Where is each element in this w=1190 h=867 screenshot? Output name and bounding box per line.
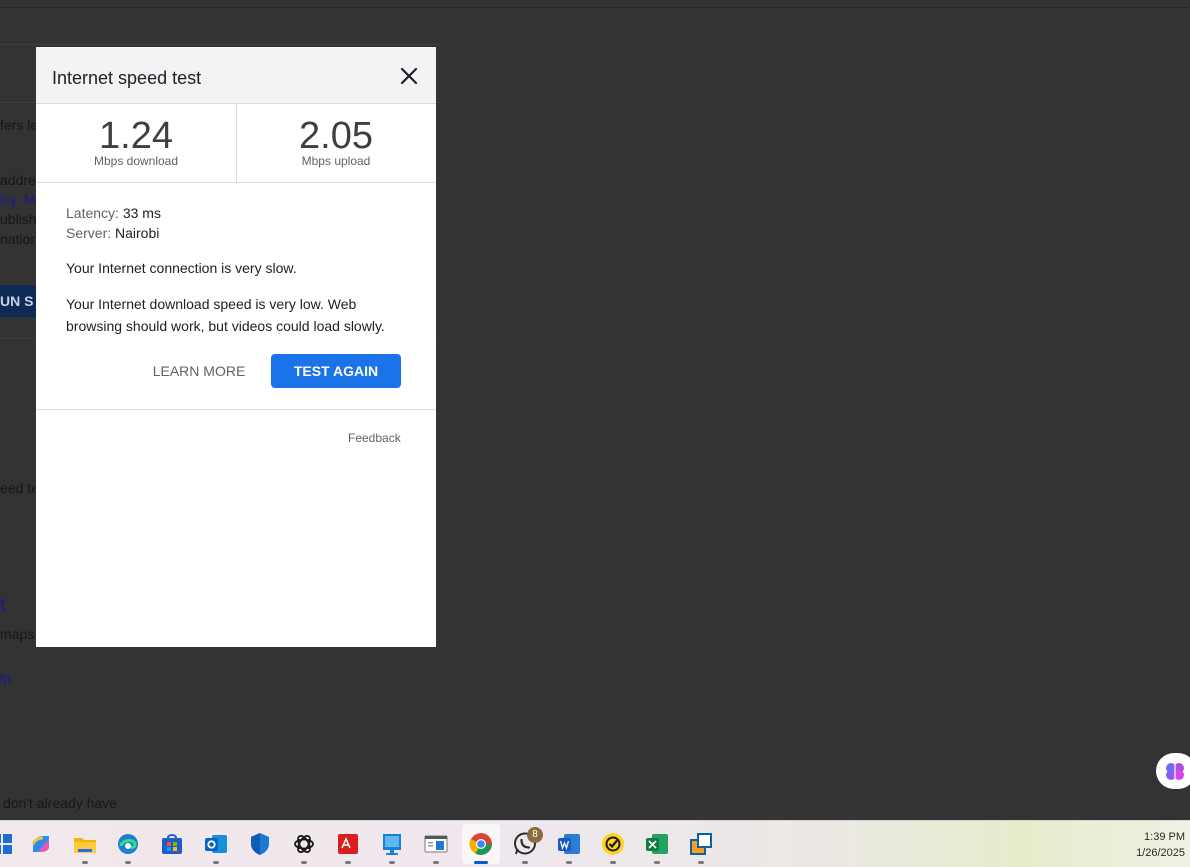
word-icon[interactable] bbox=[557, 832, 581, 856]
browser-top-border bbox=[0, 7, 1190, 8]
upload-value: 2.05 bbox=[299, 115, 373, 157]
learn-more-button[interactable]: LEARN MORE bbox=[149, 354, 249, 388]
brain-icon bbox=[1166, 763, 1184, 780]
server-label: Server: bbox=[66, 225, 112, 241]
download-value: 1.24 bbox=[99, 115, 173, 157]
server-value: Nairobi bbox=[115, 225, 160, 241]
latency-row: Latency: 33 ms bbox=[66, 203, 161, 223]
speed-metrics: 1.24 Mbps download 2.05 Mbps upload bbox=[36, 104, 436, 183]
window-icon[interactable] bbox=[424, 832, 448, 856]
connection-detail: Your Internet download speed is very low… bbox=[66, 296, 385, 334]
speed-test-dialog: Internet speed test 1.24 Mbps download 2… bbox=[36, 47, 436, 647]
running-indicator bbox=[389, 861, 395, 864]
bg-text: nation bbox=[0, 231, 39, 247]
bg-link[interactable]: icy. M bbox=[0, 191, 36, 207]
server-row: Server: Nairobi bbox=[66, 223, 161, 243]
edge-icon[interactable] bbox=[116, 832, 140, 856]
feedback-link[interactable]: Feedback bbox=[348, 431, 401, 445]
latency-label: Latency: bbox=[66, 205, 119, 221]
test-again-button[interactable]: TEST AGAIN bbox=[271, 354, 401, 388]
bg-link[interactable]: lp bbox=[0, 670, 11, 686]
bg-run-speed-test-button[interactable]: UN S bbox=[0, 285, 40, 317]
running-indicator bbox=[522, 861, 528, 864]
download-metric: 1.24 Mbps download bbox=[36, 104, 237, 182]
taskbar: 8 1:39 PM 1/26/2025 bbox=[0, 820, 1190, 867]
running-indicator bbox=[566, 861, 572, 864]
running-indicator bbox=[213, 861, 219, 864]
bg-text: addre bbox=[0, 172, 36, 188]
close-icon bbox=[400, 67, 418, 85]
running-indicator bbox=[654, 861, 660, 864]
store-icon[interactable] bbox=[160, 832, 184, 856]
norton-icon[interactable] bbox=[601, 832, 625, 856]
excel-icon[interactable] bbox=[645, 832, 669, 856]
bg-text: eed te bbox=[0, 480, 39, 496]
file-explorer-icon[interactable] bbox=[73, 832, 97, 856]
bg-divider bbox=[0, 44, 440, 45]
running-indicator bbox=[82, 861, 88, 864]
system-clock[interactable]: 1:39 PM 1/26/2025 bbox=[1105, 829, 1185, 861]
assistant-floating-button[interactable] bbox=[1156, 753, 1190, 789]
chatgpt-icon[interactable] bbox=[292, 832, 316, 856]
test-details: Latency: 33 ms Server: Nairobi bbox=[66, 203, 161, 243]
close-button[interactable] bbox=[396, 63, 422, 89]
upload-unit: Mbps upload bbox=[301, 154, 371, 168]
running-indicator bbox=[433, 861, 439, 864]
chrome-icon[interactable] bbox=[469, 832, 493, 856]
start-icon[interactable] bbox=[0, 832, 14, 856]
copilot-icon[interactable] bbox=[29, 832, 53, 856]
latency-value: 33 ms bbox=[122, 205, 161, 221]
dialog-title: Internet speed test bbox=[52, 68, 202, 88]
running-indicator bbox=[301, 861, 307, 864]
dialog-header: Internet speed test bbox=[36, 47, 436, 104]
whatsapp-badge: 8 bbox=[527, 827, 543, 843]
bg-link[interactable]: t bbox=[0, 594, 6, 617]
dialog-divider bbox=[36, 409, 436, 410]
bg-text: maps bbox=[0, 626, 35, 642]
running-indicator bbox=[125, 861, 131, 864]
clock-time: 1:39 PM bbox=[1144, 831, 1185, 843]
pdf-icon[interactable] bbox=[336, 832, 360, 856]
bg-text: don't already have bbox=[3, 795, 117, 811]
running-indicator bbox=[610, 861, 616, 864]
clock-date: 1/26/2025 bbox=[1136, 847, 1185, 859]
running-indicator-active bbox=[474, 861, 488, 864]
download-unit: Mbps download bbox=[93, 154, 179, 168]
bg-text: fers le bbox=[0, 117, 39, 133]
upload-metric: 2.05 Mbps upload bbox=[236, 104, 436, 182]
defender-icon[interactable] bbox=[248, 832, 272, 856]
book-icon[interactable] bbox=[380, 832, 404, 856]
virtualbox-icon[interactable] bbox=[689, 832, 713, 856]
running-indicator bbox=[698, 861, 704, 864]
outlook-icon[interactable] bbox=[204, 832, 228, 856]
running-indicator bbox=[345, 861, 351, 864]
connection-summary: Your Internet connection is very slow. bbox=[66, 260, 297, 276]
